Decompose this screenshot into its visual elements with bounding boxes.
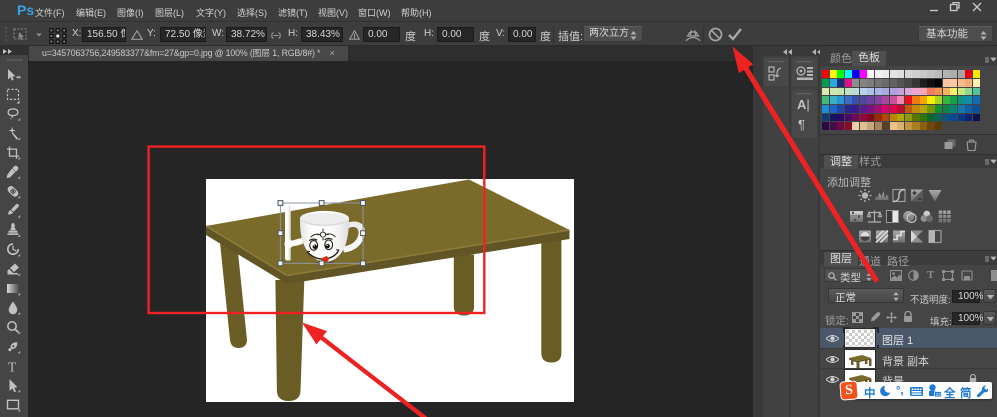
svg-text:23: 23: [936, 392, 942, 397]
svg-text:T: T: [8, 360, 17, 375]
